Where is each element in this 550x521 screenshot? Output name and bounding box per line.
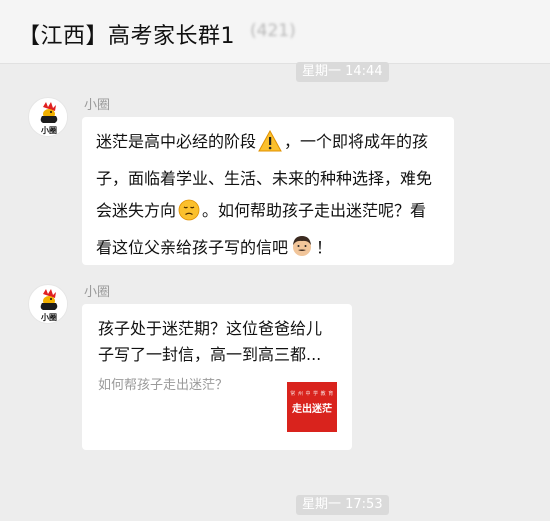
sad-face-icon — [178, 199, 200, 232]
avatar[interactable]: 小圈 — [28, 97, 68, 137]
message-timestamp: 星期一 14:44 — [296, 62, 389, 82]
warning-icon — [258, 129, 282, 163]
card-description: 如何帮孩子走出迷茫？ — [98, 378, 229, 393]
message-text-part: 迷茫是高中必经的阶段 — [96, 132, 257, 151]
avatar[interactable]: 小圈 — [28, 284, 68, 324]
sender-name: 小圈 — [84, 98, 111, 113]
card-title: 孩子处于迷茫期？这位爸爸给儿子写了一封信，高一到高三都... — [98, 319, 323, 364]
message-text-part: ！ — [316, 238, 333, 257]
message-text: 迷茫是高中必经的阶段 ，一个即将成年的孩子，面临着学业、生活、未来的种种选择，难免… — [96, 126, 442, 269]
thumbnail-caption: 常 州 中 学 教 育 — [290, 391, 334, 397]
card-thumbnail: 常 州 中 学 教 育 走出迷茫 — [287, 382, 337, 432]
man-face-icon — [290, 234, 314, 269]
avatar-label: 小圈 — [41, 313, 57, 322]
message-bubble[interactable]: 迷茫是高中必经的阶段 ，一个即将成年的孩子，面临着学业、生活、未来的种种选择，难免… — [82, 117, 454, 265]
member-count: (421) — [250, 21, 296, 41]
chat-title: 【江西】高考家长群1 — [18, 24, 235, 49]
avatar-label: 小圈 — [41, 126, 57, 135]
link-card[interactable]: 孩子处于迷茫期？这位爸爸给儿子写了一封信，高一到高三都... 如何帮孩子走出迷茫… — [82, 304, 352, 450]
sender-name: 小圈 — [84, 285, 111, 300]
message-timestamp: 星期一 17:53 — [296, 495, 389, 515]
chat-header: 【江西】高考家长群1 (421) — [0, 0, 550, 64]
thumbnail-title: 走出迷茫 — [292, 404, 332, 415]
